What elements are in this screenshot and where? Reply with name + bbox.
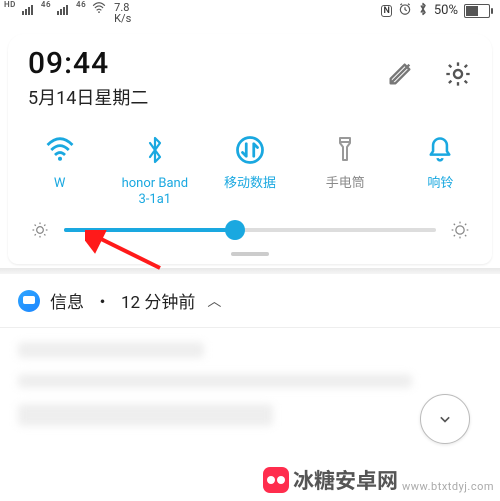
toggle-bluetooth-label: honor Band 3-1a1 xyxy=(122,176,188,208)
toggle-wifi-label: W xyxy=(54,176,66,208)
quick-toggles-row: W honor Band 3-1a1 移动数据 手电筒 xyxy=(8,134,492,208)
notification-app-name: 信息 xyxy=(50,288,84,313)
bluetooth-status-icon xyxy=(418,2,428,19)
clock-date[interactable]: 5月14日星期二 xyxy=(28,84,148,110)
notification-separator: ・ xyxy=(94,288,111,313)
settings-icon[interactable] xyxy=(444,60,472,92)
toggle-wifi[interactable]: W xyxy=(12,134,107,208)
brightness-low-icon xyxy=(30,220,50,240)
bluetooth-icon xyxy=(140,134,170,166)
notification-body-blurred xyxy=(0,328,500,440)
clock-time[interactable]: 09:44 xyxy=(28,48,148,80)
battery-percent: 50% xyxy=(434,3,458,18)
wifi-status-icon xyxy=(92,2,106,17)
battery-icon xyxy=(464,4,490,18)
hd-badge: HD xyxy=(4,1,16,9)
mobile-data-icon xyxy=(235,134,265,166)
toggle-flashlight-label: 手电筒 xyxy=(326,176,365,208)
toggle-mobile-data-label: 移动数据 xyxy=(224,176,276,208)
toggle-mobile-data[interactable]: 移动数据 xyxy=(202,134,297,208)
notification-header[interactable]: 信息 ・ 12 分钟前 ︿ xyxy=(0,274,500,328)
edit-icon[interactable] xyxy=(386,60,414,92)
quick-settings-panel: 09:44 5月14日星期二 W xyxy=(8,34,492,264)
alarm-icon xyxy=(398,2,412,19)
net-type-1: 46 xyxy=(41,1,51,9)
bell-icon xyxy=(425,134,455,166)
toggle-flashlight[interactable]: 手电筒 xyxy=(298,134,393,208)
toggle-ringer[interactable]: 响铃 xyxy=(393,134,488,208)
net-type-2: 46 xyxy=(76,1,86,9)
watermark: 冰糖安卓网 www.btxtdyj.com xyxy=(263,465,494,495)
notification-time-ago: 12 分钟前 xyxy=(121,288,195,313)
brightness-thumb[interactable] xyxy=(225,220,245,240)
network-speed: 7.8 K/s xyxy=(114,2,131,24)
watermark-url: www.btxtdyj.com xyxy=(402,480,494,493)
toggle-ringer-label: 响铃 xyxy=(427,176,453,208)
wifi-icon xyxy=(45,134,75,166)
watermark-text: 冰糖安卓网 xyxy=(293,465,398,495)
flashlight-icon xyxy=(330,134,360,166)
signal-1 xyxy=(22,5,33,15)
watermark-logo xyxy=(263,467,289,493)
expand-fab[interactable] xyxy=(420,394,470,444)
status-bar: HD 46 46 7.8 K/s N 50 xyxy=(0,0,500,28)
brightness-track[interactable] xyxy=(64,228,436,232)
toggle-bluetooth[interactable]: honor Band 3-1a1 xyxy=(107,134,202,208)
brightness-slider[interactable] xyxy=(8,208,492,244)
messages-app-icon xyxy=(18,290,40,312)
nfc-icon: N xyxy=(381,5,391,17)
panel-drag-handle[interactable] xyxy=(231,252,269,256)
signal-2 xyxy=(57,5,68,15)
brightness-high-icon xyxy=(450,220,470,240)
collapse-icon[interactable]: ︿ xyxy=(207,291,221,311)
